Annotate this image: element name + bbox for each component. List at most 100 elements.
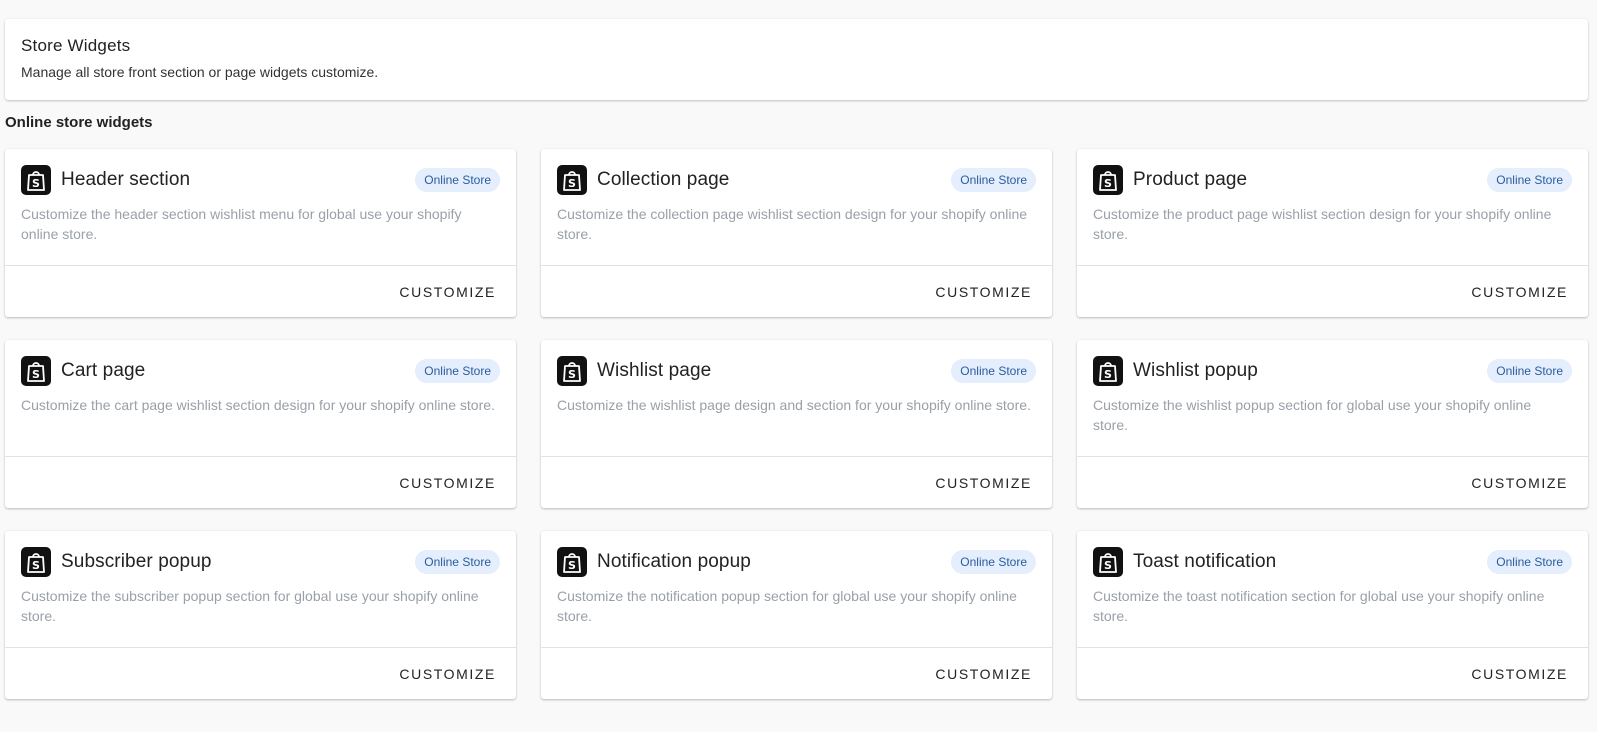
widget-card-footer: CUSTOMIZE [1077, 265, 1588, 317]
widget-card-header-section: S Header section Online Store Customize … [5, 149, 516, 317]
svg-text:S: S [1104, 559, 1112, 572]
widget-card-footer: CUSTOMIZE [541, 265, 1052, 317]
widget-card-head: S Toast notification Online Store [1093, 546, 1572, 577]
customize-button[interactable]: CUSTOMIZE [935, 666, 1032, 682]
widget-description: Customize the notification popup section… [557, 588, 1017, 624]
svg-text:S: S [1104, 177, 1112, 190]
widget-card-head: S Product page Online Store [1093, 164, 1572, 195]
widget-card-body: S Wishlist popup Online Store Customize … [1077, 340, 1588, 456]
widget-card-cart-page: S Cart page Online Store Customize the c… [5, 340, 516, 508]
widget-title: Toast notification [1133, 550, 1277, 572]
widget-card-body: S Toast notification Online Store Custom… [1077, 531, 1588, 647]
widget-card-footer: CUSTOMIZE [5, 456, 516, 508]
widget-description: Customize the subscriber popup section f… [21, 588, 479, 624]
widget-card-footer: CUSTOMIZE [1077, 456, 1588, 508]
page-subtitle: Manage all store front section or page w… [21, 64, 379, 80]
widget-card-title-group: S Product page [1093, 164, 1248, 195]
customize-button[interactable]: CUSTOMIZE [1471, 475, 1568, 491]
svg-text:S: S [1104, 368, 1112, 381]
shopify-bag-icon: S [557, 164, 587, 195]
widget-title: Subscriber popup [61, 550, 212, 572]
widget-card-title-group: S Toast notification [1093, 546, 1277, 577]
widget-card-head: S Header section Online Store [21, 164, 500, 195]
shopify-bag-icon: S [21, 164, 51, 195]
widget-title: Wishlist popup [1133, 359, 1258, 381]
widget-card-title-group: S Wishlist page [557, 355, 712, 386]
customize-button[interactable]: CUSTOMIZE [1471, 666, 1568, 682]
widget-description: Customize the cart page wishlist section… [21, 397, 495, 413]
widget-title: Header section [61, 168, 191, 190]
widget-card-body: S Notification popup Online Store Custom… [541, 531, 1052, 647]
page-title: Store Widgets [21, 36, 131, 55]
widget-card-body: S Cart page Online Store Customize the c… [5, 340, 516, 456]
widget-card-wishlist-page: S Wishlist page Online Store Customize t… [541, 340, 1052, 508]
svg-text:S: S [568, 559, 576, 572]
widget-card-notification-popup: S Notification popup Online Store Custom… [541, 531, 1052, 699]
widget-title: Cart page [61, 359, 146, 381]
widget-card-head: S Wishlist page Online Store [557, 355, 1036, 386]
online-store-badge: Online Store [951, 167, 1036, 192]
widget-card-title-group: S Wishlist popup [1093, 355, 1258, 386]
widget-card-footer: CUSTOMIZE [5, 265, 516, 317]
online-store-badge: Online Store [951, 549, 1036, 574]
svg-text:S: S [568, 368, 576, 381]
svg-text:S: S [32, 177, 40, 190]
widget-card-footer: CUSTOMIZE [1077, 647, 1588, 699]
customize-button[interactable]: CUSTOMIZE [1471, 284, 1568, 300]
online-store-badge: Online Store [1487, 358, 1572, 383]
widget-card-product-page: S Product page Online Store Customize th… [1077, 149, 1588, 317]
widget-card-body: S Header section Online Store Customize … [5, 149, 516, 265]
widget-card-title-group: S Collection page [557, 164, 730, 195]
widget-description: Customize the header section wishlist me… [21, 206, 462, 242]
widget-description: Customize the wishlist popup section for… [1093, 397, 1532, 433]
store-widgets-page: Store Widgets Manage all store front sec… [0, 0, 1597, 699]
widget-title: Collection page [597, 168, 730, 190]
customize-button[interactable]: CUSTOMIZE [935, 284, 1032, 300]
online-store-badge: Online Store [415, 167, 500, 192]
customize-button[interactable]: CUSTOMIZE [399, 666, 496, 682]
widget-title: Wishlist page [597, 359, 712, 381]
section-title: Online store widgets [5, 114, 153, 131]
widget-description: Customize the wishlist page design and s… [557, 397, 1031, 413]
svg-text:S: S [32, 559, 40, 572]
widget-description: Customize the product page wishlist sect… [1093, 206, 1552, 242]
widget-card-title-group: S Notification popup [557, 546, 751, 577]
widget-card-body: S Product page Online Store Customize th… [1077, 149, 1588, 265]
widget-grid: S Header section Online Store Customize … [5, 149, 1589, 699]
widget-title: Notification popup [597, 550, 751, 572]
shopify-bag-icon: S [1093, 355, 1123, 386]
widget-card-head: S Subscriber popup Online Store [21, 546, 500, 577]
shopify-bag-icon: S [557, 546, 587, 577]
widget-card-head: S Notification popup Online Store [557, 546, 1036, 577]
widget-card-head: S Wishlist popup Online Store [1093, 355, 1572, 386]
online-store-badge: Online Store [1487, 167, 1572, 192]
widget-card-head: S Collection page Online Store [557, 164, 1036, 195]
shopify-bag-icon: S [557, 355, 587, 386]
customize-button[interactable]: CUSTOMIZE [935, 475, 1032, 491]
customize-button[interactable]: CUSTOMIZE [399, 475, 496, 491]
widget-card-footer: CUSTOMIZE [541, 456, 1052, 508]
widget-card-subscriber-popup: S Subscriber popup Online Store Customiz… [5, 531, 516, 699]
widget-card-footer: CUSTOMIZE [5, 647, 516, 699]
widget-description: Customize the toast notification section… [1093, 588, 1545, 624]
widget-card-collection-page: S Collection page Online Store Customize… [541, 149, 1052, 317]
shopify-bag-icon: S [21, 355, 51, 386]
widget-card-head: S Cart page Online Store [21, 355, 500, 386]
store-widgets-header: Store Widgets Manage all store front sec… [5, 19, 1588, 100]
widget-card-body: S Collection page Online Store Customize… [541, 149, 1052, 265]
customize-button[interactable]: CUSTOMIZE [399, 284, 496, 300]
widget-description: Customize the collection page wishlist s… [557, 206, 1028, 242]
svg-text:S: S [32, 368, 40, 381]
widget-card-body: S Subscriber popup Online Store Customiz… [5, 531, 516, 647]
widget-card-title-group: S Subscriber popup [21, 546, 212, 577]
widget-card-wishlist-popup: S Wishlist popup Online Store Customize … [1077, 340, 1588, 508]
widget-title: Product page [1133, 168, 1248, 190]
svg-text:S: S [568, 177, 576, 190]
shopify-bag-icon: S [21, 546, 51, 577]
widget-card-footer: CUSTOMIZE [541, 647, 1052, 699]
widget-card-title-group: S Cart page [21, 355, 146, 386]
widget-card-body: S Wishlist page Online Store Customize t… [541, 340, 1052, 456]
shopify-bag-icon: S [1093, 546, 1123, 577]
shopify-bag-icon: S [1093, 164, 1123, 195]
online-store-badge: Online Store [1487, 549, 1572, 574]
